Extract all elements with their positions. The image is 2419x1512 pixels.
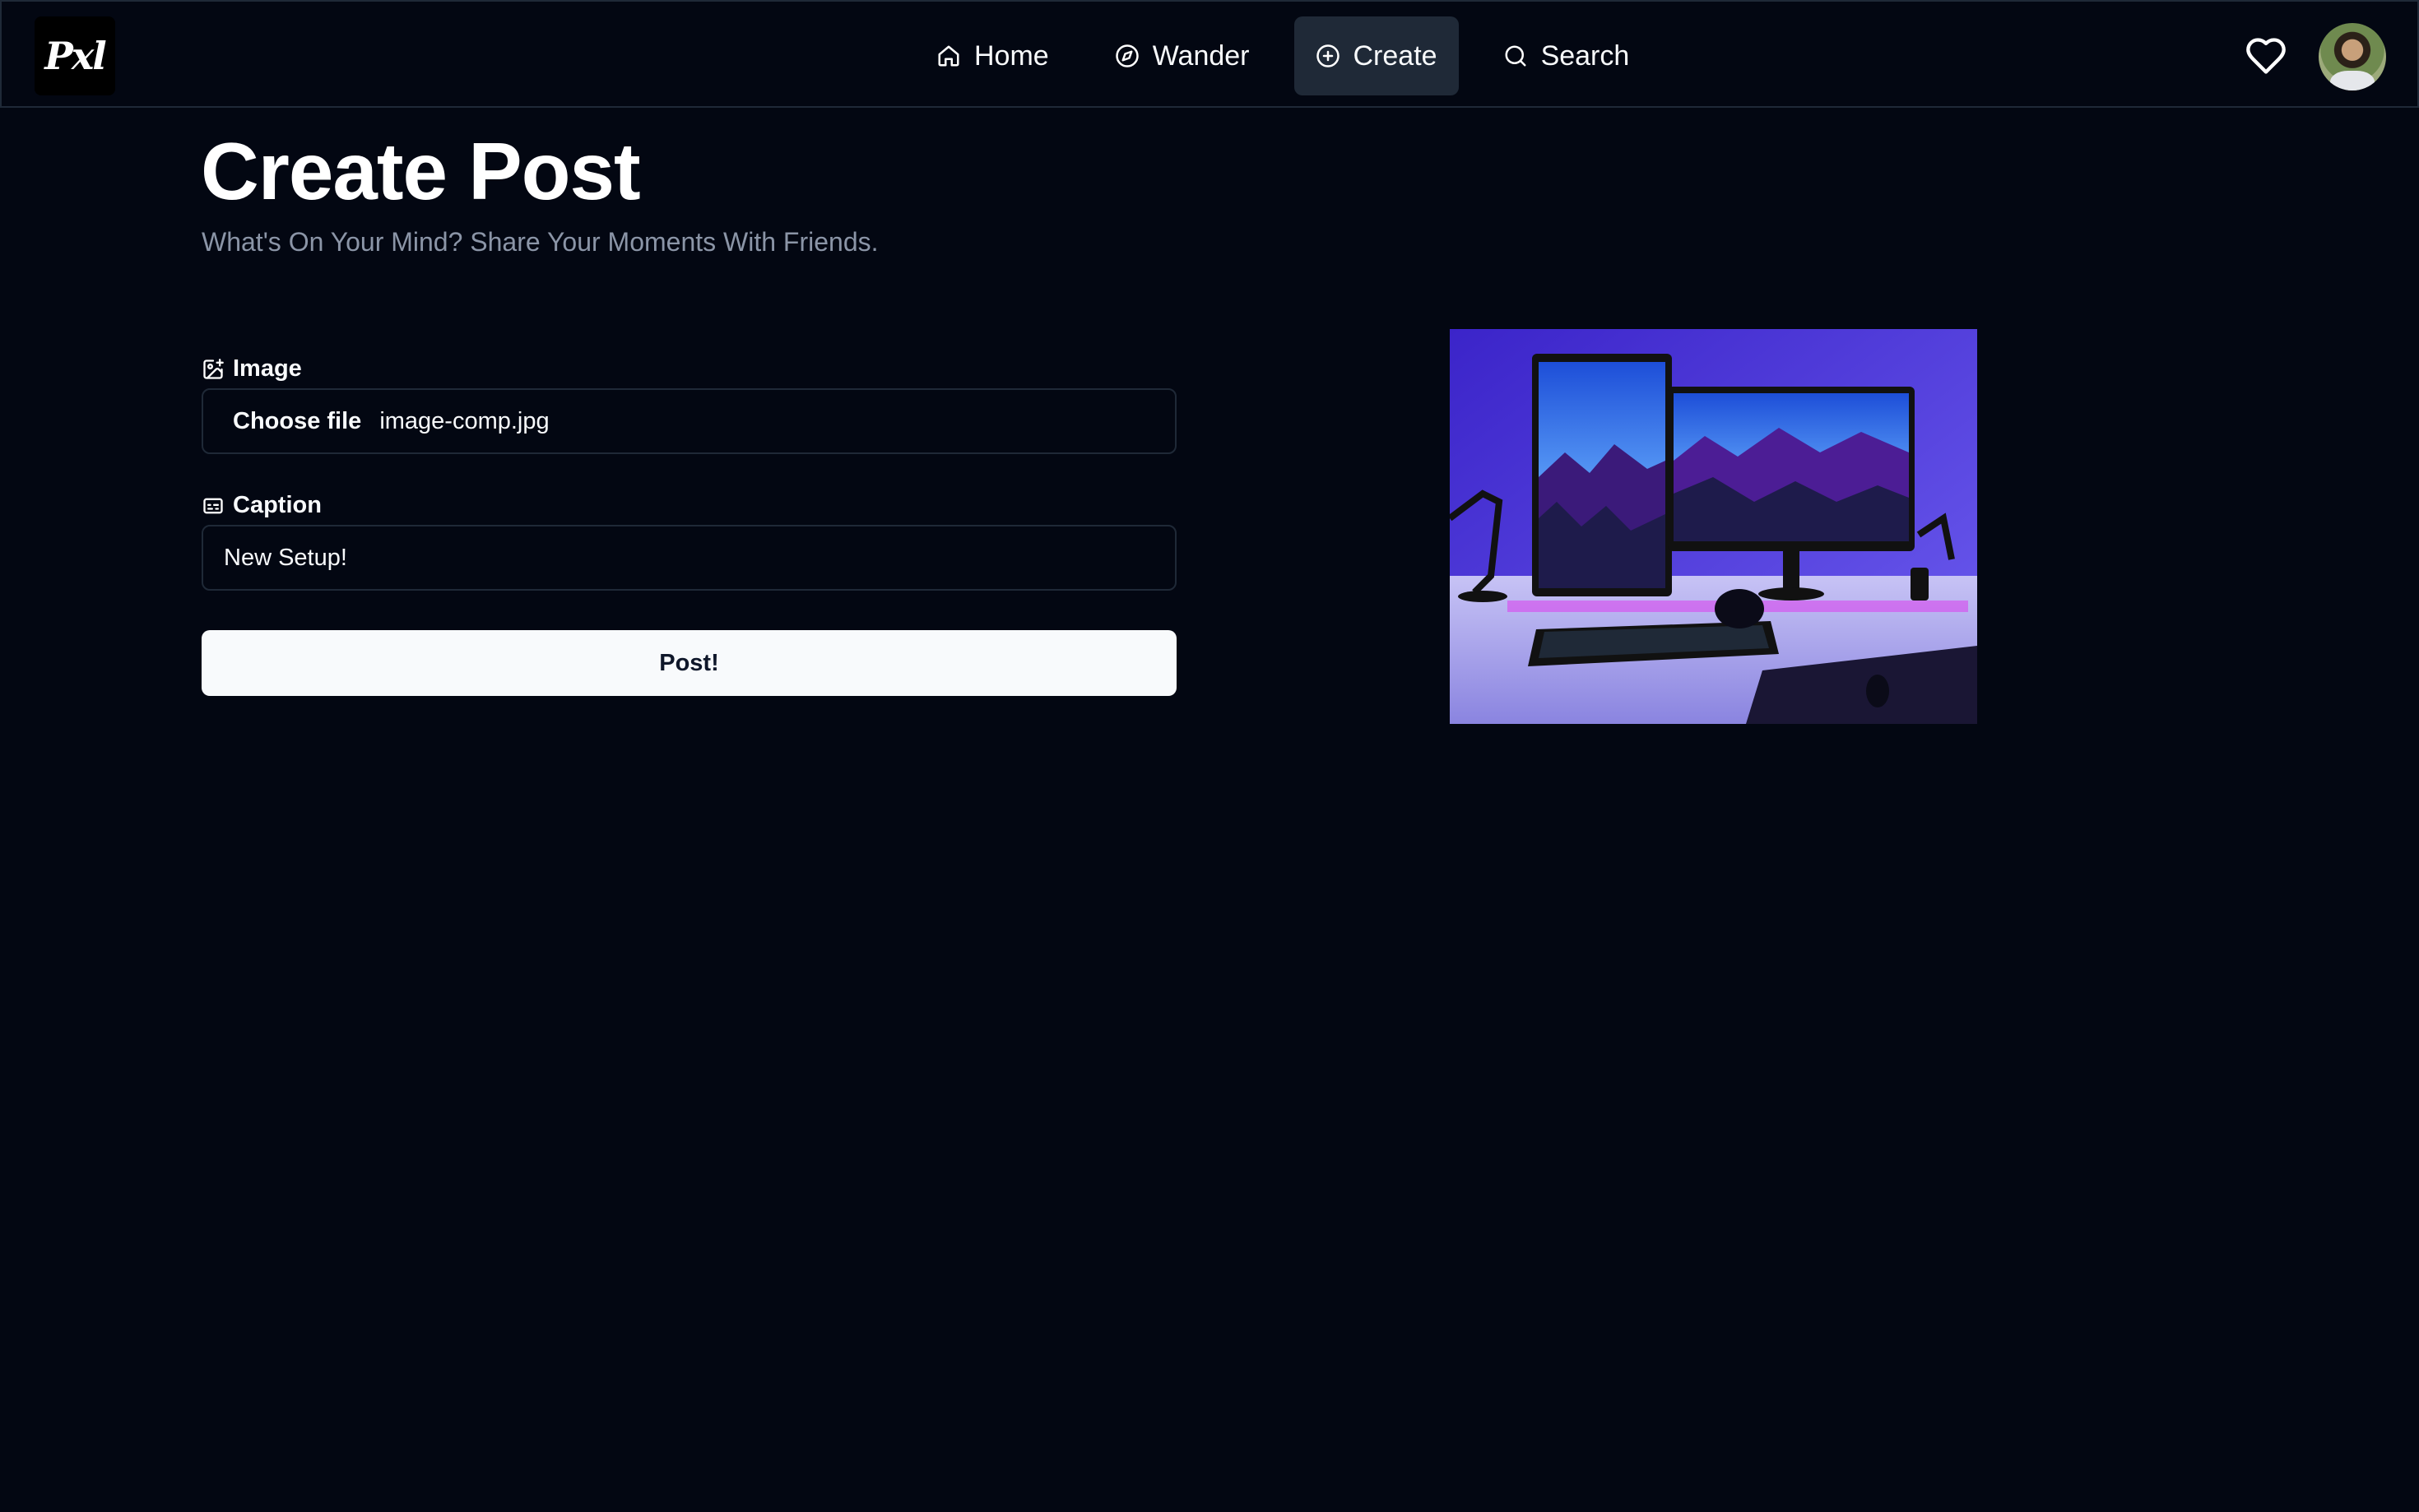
avatar-figure	[2330, 71, 2375, 90]
page-subtitle: What's On Your Mind? Share Your Moments …	[202, 227, 879, 257]
caption-icon	[203, 498, 223, 513]
image-label-text: Image	[233, 355, 302, 382]
user-avatar[interactable]	[2319, 23, 2386, 90]
compass-icon	[1115, 44, 1139, 67]
image-label: Image	[202, 355, 302, 383]
plus-circle-icon	[1316, 44, 1340, 67]
setup-photo	[1450, 329, 1977, 724]
caption-label-text: Caption	[233, 492, 322, 518]
nav-create-label: Create	[1353, 39, 1437, 72]
choose-file-button[interactable]: Choose file	[233, 408, 361, 435]
nav-search-label: Search	[1540, 39, 1630, 72]
file-name: image-comp.jpg	[379, 407, 550, 434]
image-plus-icon	[203, 358, 224, 379]
caption-label: Caption	[202, 492, 322, 519]
home-icon	[938, 45, 959, 67]
nav-create[interactable]: Create	[1293, 16, 1459, 95]
heart-icon[interactable]	[2245, 35, 2287, 77]
search-icon	[1505, 45, 1526, 67]
image-preview	[1450, 329, 1977, 724]
app-logo[interactable]: Pxl	[35, 16, 115, 95]
post-button[interactable]: Post!	[202, 630, 1177, 696]
nav-wander[interactable]: Wander	[1093, 16, 1271, 95]
file-input[interactable]: Choose file image-comp.jpg	[202, 388, 1177, 454]
nav-home-label: Home	[974, 39, 1049, 72]
caption-value: New Setup!	[224, 544, 347, 571]
nav-wander-label: Wander	[1152, 39, 1250, 72]
nav-home[interactable]: Home	[915, 16, 1070, 95]
nav-search[interactable]: Search	[1482, 16, 1651, 95]
caption-input[interactable]: New Setup!	[202, 525, 1177, 591]
main-nav: Home Wander Create Search	[915, 16, 1651, 95]
top-navbar: Pxl Home Wander Create Search	[0, 0, 2419, 108]
page-title: Create Post	[201, 126, 641, 216]
